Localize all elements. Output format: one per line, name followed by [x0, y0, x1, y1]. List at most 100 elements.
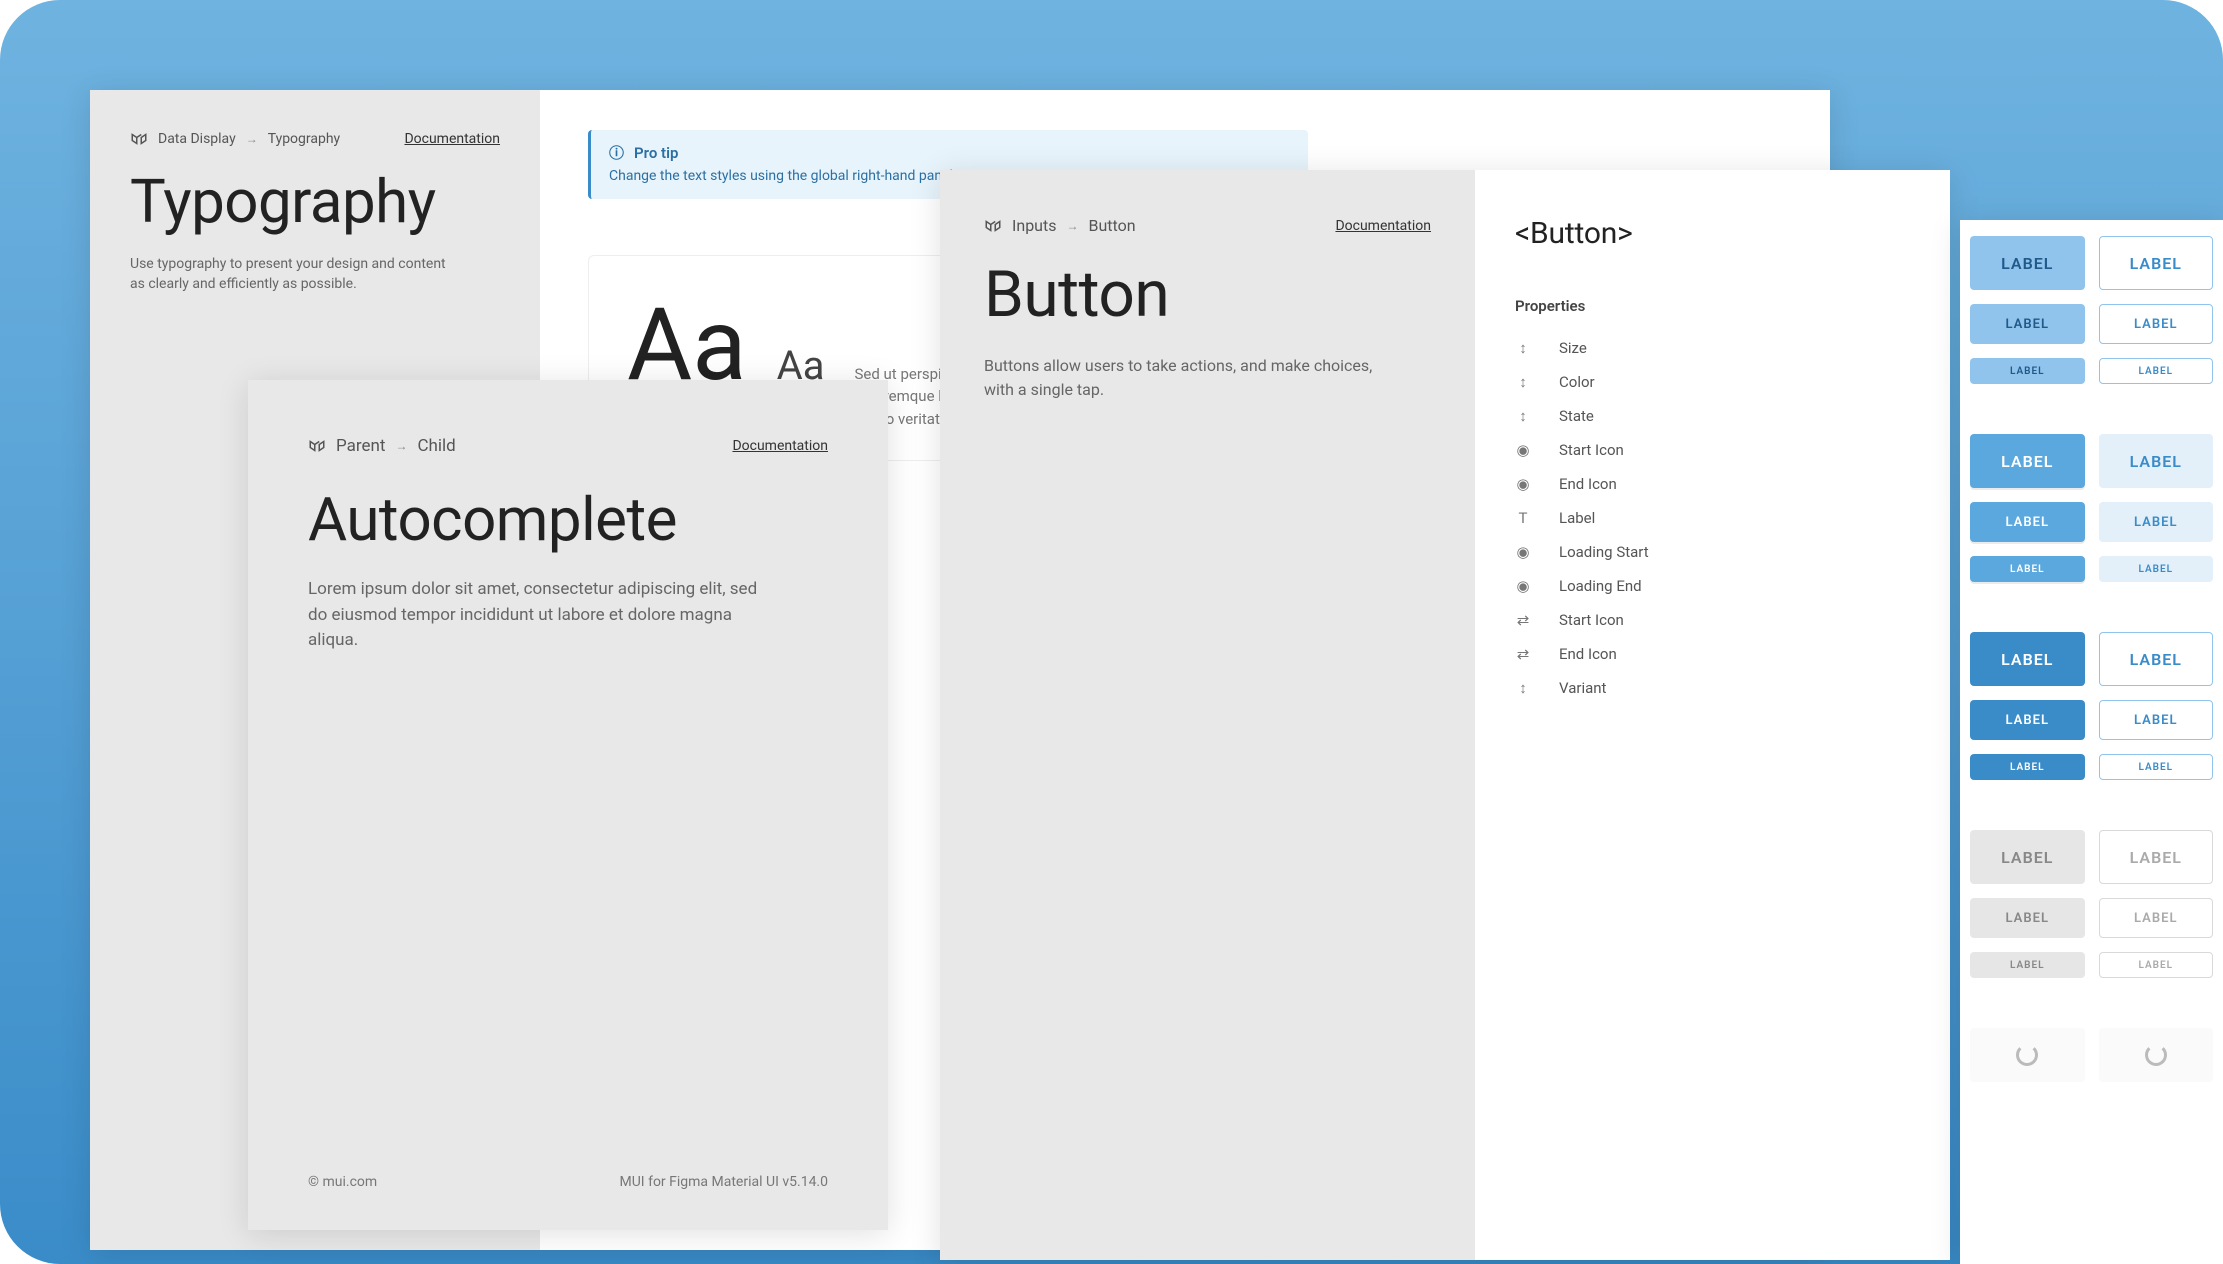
panel-footer: © mui.com MUI for Figma Material UI v5.1… [308, 1174, 828, 1190]
button-variant-loading [1970, 1028, 2085, 1082]
button-variant[interactable]: LABEL [2099, 632, 2214, 686]
button-variant[interactable]: LABEL [2099, 556, 2214, 582]
property-type-icon: ◉ [1515, 577, 1531, 595]
property-row[interactable]: ◉ End Icon [1515, 467, 1910, 501]
spinner-icon [2016, 1044, 2038, 1066]
properties-heading: Properties [1515, 297, 1910, 315]
page-title: Autocomplete [308, 484, 828, 555]
property-type-icon: ◉ [1515, 441, 1531, 459]
property-row[interactable]: ↕ Color [1515, 365, 1910, 399]
property-row[interactable]: ↕ Variant [1515, 671, 1910, 705]
button-variant-disabled: LABEL [2099, 952, 2214, 978]
property-type-icon: ↕ [1515, 373, 1531, 391]
page-description: Use typography to present your design an… [130, 255, 460, 294]
breadcrumb-child[interactable]: Typography [268, 131, 340, 147]
property-row[interactable]: ◉ Start Icon [1515, 433, 1910, 467]
button-variant[interactable]: LABEL [1970, 358, 2085, 384]
breadcrumb: Data Display → Typography Documentation [130, 130, 500, 148]
property-type-icon: ◉ [1515, 543, 1531, 561]
button-variant[interactable]: LABEL [2099, 700, 2214, 740]
button-variant[interactable]: LABEL [2099, 502, 2214, 542]
documentation-link[interactable]: Documentation [404, 131, 500, 147]
chevron-right-icon: → [395, 439, 407, 453]
button-variant[interactable]: LABEL [2099, 236, 2214, 290]
property-row[interactable]: ⇄ Start Icon [1515, 603, 1910, 637]
button-variant[interactable]: LABEL [1970, 236, 2085, 290]
button-variant[interactable]: LABEL [1970, 434, 2085, 488]
autocomplete-panel: Parent → Child Documentation Autocomplet… [248, 380, 888, 1230]
property-type-icon: ↕ [1515, 679, 1531, 697]
button-variant[interactable]: LABEL [1970, 754, 2085, 780]
property-row[interactable]: ◉ Loading End [1515, 569, 1910, 603]
chevron-right-icon: → [1066, 219, 1078, 233]
property-type-icon: ↕ [1515, 407, 1531, 425]
button-variant-grid: LABEL LABEL LABEL LABEL LABEL LABEL LABE… [1970, 236, 2213, 1082]
button-variant-disabled: LABEL [2099, 830, 2214, 884]
property-type-icon: ⇄ [1515, 645, 1531, 663]
property-label: State [1559, 407, 1594, 425]
button-panel: Inputs → Button Documentation Button But… [940, 170, 1950, 1260]
button-variant[interactable]: LABEL [2099, 304, 2214, 344]
page-description: Buttons allow users to take actions, and… [984, 354, 1404, 402]
footer-version: MUI for Figma Material UI v5.14.0 [620, 1174, 829, 1190]
documentation-link[interactable]: Documentation [732, 438, 828, 454]
property-label: End Icon [1559, 645, 1617, 663]
property-row[interactable]: ⇄ End Icon [1515, 637, 1910, 671]
button-variants-strip: LABEL LABEL LABEL LABEL LABEL LABEL LABE… [1960, 220, 2223, 1264]
property-label: Size [1559, 339, 1587, 357]
breadcrumb: Inputs → Button Documentation [984, 216, 1431, 235]
chevron-right-icon: → [246, 132, 258, 146]
button-variant[interactable]: LABEL [2099, 754, 2214, 780]
property-row[interactable]: ◉ Loading Start [1515, 535, 1910, 569]
button-variant[interactable]: LABEL [1970, 502, 2085, 542]
button-variant[interactable]: LABEL [1970, 700, 2085, 740]
footer-copyright: © mui.com [308, 1174, 377, 1190]
button-variant-disabled: LABEL [1970, 952, 2085, 978]
canvas-background: Data Display → Typography Documentation … [0, 0, 2223, 1264]
property-type-icon: ⇄ [1515, 611, 1531, 629]
page-title: Typography [130, 166, 500, 237]
button-variant[interactable]: LABEL [2099, 358, 2214, 384]
info-icon: ⓘ [609, 142, 624, 163]
property-row[interactable]: ↕ Size [1515, 331, 1910, 365]
button-variant[interactable]: LABEL [1970, 632, 2085, 686]
mui-logo-icon [984, 217, 1002, 235]
button-sidebar: Inputs → Button Documentation Button But… [940, 170, 1475, 1260]
component-tag: <Button> [1515, 216, 1910, 251]
property-type-icon: ◉ [1515, 475, 1531, 493]
mui-logo-icon [130, 130, 148, 148]
spinner-icon [2145, 1044, 2167, 1066]
breadcrumb-child[interactable]: Child [417, 436, 455, 456]
property-row[interactable]: T Label [1515, 501, 1910, 535]
pro-tip-title: Pro tip [634, 144, 678, 162]
property-label: End Icon [1559, 475, 1617, 493]
property-row[interactable]: ↕ State [1515, 399, 1910, 433]
button-variant-disabled: LABEL [1970, 898, 2085, 938]
page-description: Lorem ipsum dolor sit amet, consectetur … [308, 577, 778, 654]
property-label: Loading End [1559, 577, 1642, 595]
button-variant-disabled: LABEL [2099, 898, 2214, 938]
property-type-icon: ↕ [1515, 339, 1531, 357]
button-properties-panel: <Button> Properties ↕ Size ↕ Color ↕ State ◉ St… [1475, 170, 1950, 1260]
button-variant-loading [2099, 1028, 2214, 1082]
mui-logo-icon [308, 437, 326, 455]
property-label: Loading Start [1559, 543, 1649, 561]
property-label: Color [1559, 373, 1595, 391]
property-label: Start Icon [1559, 611, 1624, 629]
breadcrumb: Parent → Child Documentation [308, 436, 828, 456]
button-variant-disabled: LABEL [1970, 830, 2085, 884]
documentation-link[interactable]: Documentation [1335, 218, 1431, 234]
button-variant[interactable]: LABEL [2099, 434, 2214, 488]
property-label: Variant [1559, 679, 1606, 697]
button-variant[interactable]: LABEL [1970, 556, 2085, 582]
page-title: Button [984, 257, 1431, 332]
breadcrumb-child[interactable]: Button [1088, 216, 1135, 235]
properties-list: ↕ Size ↕ Color ↕ State ◉ Start Icon ◉ End Icon T La… [1515, 331, 1910, 705]
property-type-icon: T [1515, 509, 1531, 527]
breadcrumb-parent[interactable]: Parent [336, 436, 385, 456]
property-label: Start Icon [1559, 441, 1624, 459]
breadcrumb-parent[interactable]: Data Display [158, 131, 236, 147]
property-label: Label [1559, 509, 1595, 527]
button-variant[interactable]: LABEL [1970, 304, 2085, 344]
breadcrumb-parent[interactable]: Inputs [1012, 216, 1056, 235]
